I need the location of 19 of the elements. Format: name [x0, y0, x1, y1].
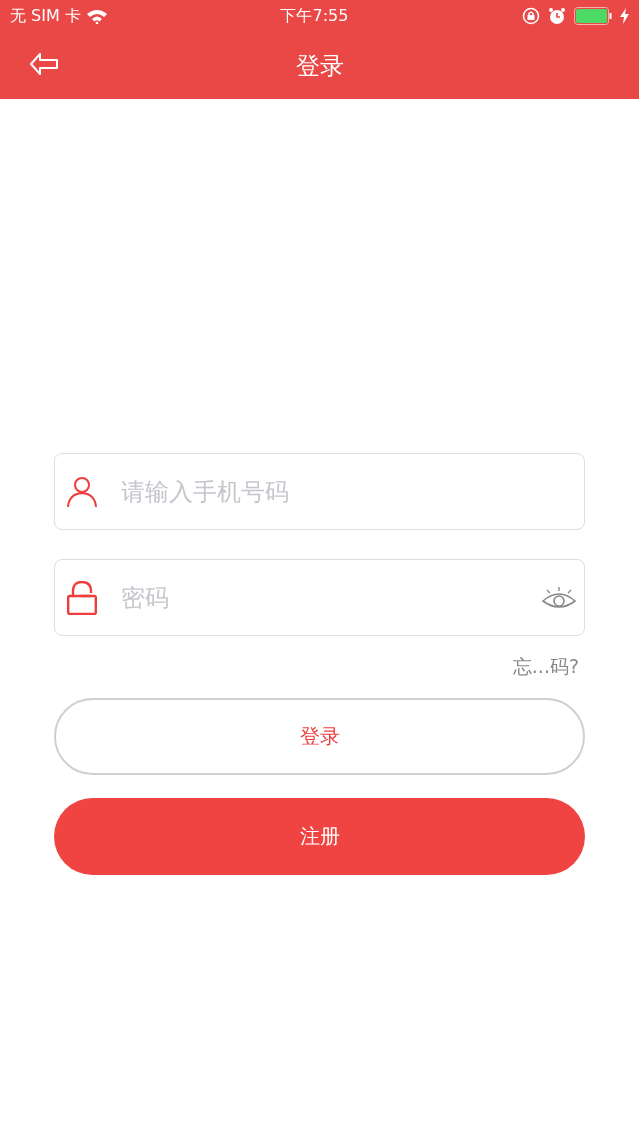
- forgot-password-link[interactable]: 忘...码?: [512, 654, 579, 680]
- register-button[interactable]: 注册: [54, 798, 585, 875]
- back-button[interactable]: [28, 53, 60, 77]
- phone-input[interactable]: 请输入手机号码: [119, 476, 576, 507]
- status-time: 下午7:55: [280, 5, 349, 27]
- password-input[interactable]: 密码: [119, 582, 520, 613]
- charging-icon: [620, 8, 629, 24]
- password-field[interactable]: 密码: [54, 559, 585, 636]
- rotation-lock-icon: [522, 7, 540, 25]
- eye-icon[interactable]: [542, 585, 576, 610]
- login-button[interactable]: 登录: [54, 698, 585, 775]
- carrier-label: 无 SIM 卡: [10, 5, 81, 27]
- battery-icon: [574, 7, 612, 25]
- page-title: 登录: [295, 50, 344, 82]
- alarm-icon: [548, 7, 566, 25]
- user-icon: [67, 475, 97, 508]
- phone-field[interactable]: 请输入手机号码: [54, 453, 585, 530]
- wifi-icon: [86, 8, 107, 24]
- lock-icon: [67, 580, 97, 615]
